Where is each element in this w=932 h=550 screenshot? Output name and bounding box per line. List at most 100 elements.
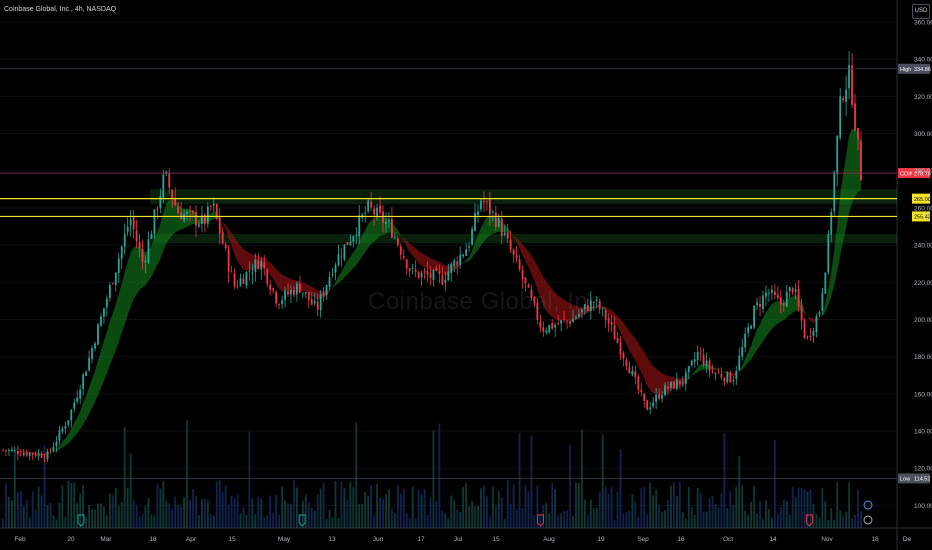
candle-body xyxy=(655,394,658,402)
volume-bar xyxy=(337,518,340,528)
ema-ribbon-segment xyxy=(774,301,778,326)
ema-ribbon-segment xyxy=(20,450,24,453)
volume-bar xyxy=(278,514,280,528)
volume-bar xyxy=(301,500,304,528)
candle-body xyxy=(367,200,370,212)
ema-ribbon-segment xyxy=(282,274,286,292)
ema-ribbon-segment xyxy=(760,317,763,346)
candle-body xyxy=(714,373,717,375)
volume-bar xyxy=(548,513,551,528)
volume-bar xyxy=(16,491,19,528)
candle-body xyxy=(800,305,803,321)
ema-ribbon-segment xyxy=(115,293,119,351)
volume-bar xyxy=(768,509,770,528)
candle-body xyxy=(236,286,239,287)
candle-body xyxy=(120,246,123,259)
candle-body xyxy=(842,98,845,101)
volume-bar xyxy=(483,485,485,528)
candle-body xyxy=(616,337,619,343)
candle-body xyxy=(298,283,301,293)
volume-bar xyxy=(183,497,185,528)
volume-bar xyxy=(367,495,370,528)
price-chart[interactable]: High 334.86COIN 278.76265.00255.42Low 114.5… xyxy=(0,0,932,550)
candle-body xyxy=(111,283,114,285)
candle-body xyxy=(43,457,46,459)
volume-bar xyxy=(610,486,613,528)
add-event-icon[interactable] xyxy=(863,500,873,525)
volume-bar xyxy=(575,482,577,528)
chart-title: Coinbase Global, Inc., 4h, NASDAQ xyxy=(4,6,117,13)
x-tick-label: Nov xyxy=(821,536,833,543)
ema-ribbon-segment xyxy=(653,365,657,394)
volume-bar xyxy=(450,495,453,528)
ema-ribbon-segment xyxy=(118,283,122,342)
currency-button[interactable]: USD xyxy=(912,4,930,19)
candle-body xyxy=(2,449,4,451)
ema-ribbon-segment xyxy=(377,215,381,239)
candle-body xyxy=(376,207,378,217)
candle-body xyxy=(438,271,441,274)
candle-body xyxy=(147,239,150,263)
volume-bar xyxy=(328,509,331,528)
candle-body xyxy=(631,370,634,375)
volume-bar xyxy=(316,494,319,528)
candle-body xyxy=(73,402,76,409)
ema-ribbon-segment xyxy=(83,396,87,425)
volume-bar xyxy=(693,514,696,528)
price-axis[interactable]: 100.00 120.00 140.00 160.00 180.00 200.00 220.… xyxy=(914,20,932,510)
candle-body xyxy=(747,327,750,333)
ema-ribbon-segment xyxy=(837,195,841,272)
volume-bar xyxy=(370,485,373,528)
volume-bar xyxy=(123,427,126,528)
ema-ribbon-segment xyxy=(62,438,66,448)
ema-ribbon-segment xyxy=(71,422,75,441)
candle-body xyxy=(402,256,405,259)
volume-bar xyxy=(551,482,554,528)
candle-body xyxy=(661,395,663,399)
ema-ribbon-segment xyxy=(522,244,526,262)
candle-body xyxy=(88,357,90,371)
candle-body xyxy=(328,276,331,288)
ema-ribbon-segment xyxy=(338,271,342,283)
volume-bar xyxy=(756,513,758,528)
ema-ribbon-segment xyxy=(430,258,434,271)
candle-body xyxy=(860,140,862,181)
volume-bar xyxy=(376,483,378,528)
volume-bar xyxy=(40,494,43,528)
volume-bar xyxy=(177,504,180,528)
volume-bar xyxy=(260,498,263,528)
volume-bar xyxy=(581,429,583,528)
candle-body xyxy=(857,128,859,140)
candle-body xyxy=(316,301,319,310)
volume-bar xyxy=(399,493,402,528)
time-axis[interactable]: Feb 20 Mar 18 Apr 15 May 13 Jun 17 Jul 15 Aug 19 Sep 16… xyxy=(14,536,911,543)
candle-body xyxy=(174,198,177,206)
volume-bar xyxy=(343,488,346,528)
volume-bar xyxy=(429,497,432,528)
candle-body xyxy=(177,206,180,214)
y-tick-label: 260.00 xyxy=(914,205,932,212)
volume-bar xyxy=(604,486,607,528)
candle-body xyxy=(768,293,770,295)
ema-ribbon-segment xyxy=(77,411,81,434)
candle-body xyxy=(370,201,373,208)
candle-body xyxy=(625,359,628,367)
ema-ribbon-segment xyxy=(504,224,508,233)
volume-bar xyxy=(195,496,197,528)
candle-body xyxy=(771,289,773,293)
candle-body xyxy=(459,254,462,265)
candle-body xyxy=(744,333,747,348)
volume-bar xyxy=(735,486,738,528)
volume-bar xyxy=(791,487,794,528)
candle-body xyxy=(385,221,387,224)
candle-body xyxy=(708,360,711,371)
volume-bar xyxy=(711,495,714,528)
volume-bar xyxy=(827,519,830,528)
volume-bar xyxy=(684,518,687,528)
ema-ribbon-segment xyxy=(608,308,612,316)
volume-bar xyxy=(830,507,833,528)
ema-ribbon-segment xyxy=(347,256,351,275)
ema-ribbon-segment xyxy=(626,326,630,351)
candle-body xyxy=(399,246,402,255)
ema-ribbon-segment xyxy=(828,271,832,305)
